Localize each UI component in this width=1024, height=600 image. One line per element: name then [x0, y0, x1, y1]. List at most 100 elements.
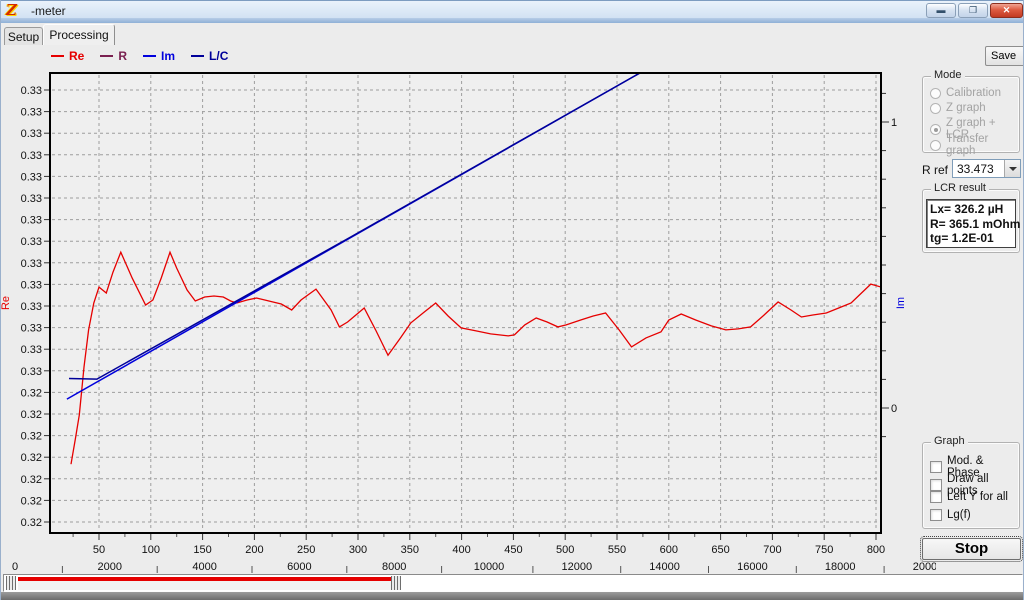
close-icon: ✕ — [1002, 5, 1011, 15]
x-axis-label: 750 — [815, 544, 833, 556]
x-axis-label: 400 — [452, 544, 470, 556]
y-axis-label: 0.33 — [21, 171, 42, 183]
y-axis-label: 0.33 — [21, 236, 42, 248]
graph-group-title: Graph — [931, 435, 968, 447]
x-axis-label: 650 — [711, 544, 729, 556]
legend-line-swatch — [51, 55, 64, 57]
freq-axis-label: 2000 — [98, 561, 122, 573]
freq-axis-label: 6000 — [287, 561, 311, 573]
radio-label: Transfer graph — [946, 133, 989, 157]
checkbox-lgf[interactable]: Lg(f) — [930, 509, 971, 521]
im-axis-title: Im — [895, 297, 907, 309]
y-axis-label: 0.32 — [21, 495, 42, 507]
legend-item-lc: L/C — [191, 49, 228, 63]
legend-line-swatch — [100, 55, 114, 57]
y-axis-label: 0.32 — [21, 409, 42, 421]
x-axis-label: 700 — [763, 544, 781, 556]
app-z-icon: Z — [6, 1, 17, 19]
y-axis-label: 0.33 — [21, 323, 42, 335]
im-axis-label: 0 — [891, 403, 897, 415]
freq-axis-label: 8000 — [382, 561, 406, 573]
checkbox-left-y-for-all[interactable]: Left Y for all — [930, 491, 1008, 503]
x-axis-label: 800 — [867, 544, 885, 556]
x-axis-label: 300 — [349, 544, 367, 556]
x-axis-label: 50 — [93, 544, 105, 556]
y-axis-label: 0.33 — [21, 279, 42, 291]
legend-label: L/C — [209, 49, 229, 63]
radio-label: Calibration — [946, 87, 1001, 99]
radio-icon — [930, 139, 941, 151]
legend-line-swatch — [191, 55, 205, 57]
r-ref-label: R ref — [922, 163, 949, 177]
tab-setup[interactable]: Setup — [4, 27, 43, 45]
radio-transfer-graph: Transfer graph — [930, 133, 1019, 157]
stop-button[interactable]: Stop — [920, 536, 1023, 562]
trackbar-right-handle[interactable] — [391, 576, 401, 590]
app-window: Z -meter ▬ ❐ ✕ Setup Processing Re R Im … — [0, 0, 1024, 600]
r-ref-value: 33.473 — [957, 162, 994, 176]
title-bar[interactable]: Z -meter ▬ ❐ ✕ — [1, 0, 1023, 19]
x-axis-label: 200 — [245, 544, 263, 556]
r-ref-combobox[interactable]: 33.473 — [952, 159, 1021, 178]
y-axis-label: 0.32 — [21, 387, 42, 399]
trackbar-left-handle[interactable] — [6, 576, 16, 590]
y-axis-label: 0.33 — [21, 193, 42, 205]
y-axis-label: 0.33 — [21, 344, 42, 356]
mode-group-title: Mode — [931, 69, 965, 81]
legend-item-r: R — [100, 49, 127, 63]
y-axis-label: 0.32 — [21, 517, 42, 529]
radio-calibration: Calibration — [930, 87, 1001, 99]
freq-axis-label: 12000 — [562, 561, 593, 573]
x-axis-label: 350 — [401, 544, 419, 556]
radio-icon — [930, 87, 941, 99]
y-axis-label: 0.33 — [21, 150, 42, 162]
chart-plot-area — [50, 73, 881, 533]
y-axis-label: 0.33 — [21, 128, 42, 140]
freq-axis-label: 16000 — [737, 561, 768, 573]
radio-icon — [930, 102, 941, 114]
x-axis-label: 100 — [142, 544, 160, 556]
freq-axis-label: 20000 — [913, 561, 936, 573]
checkbox-label: Left Y for all — [947, 491, 1008, 503]
checkbox-icon[interactable] — [930, 479, 942, 491]
freq-axis-label: 18000 — [825, 561, 856, 573]
radio-label: Z graph — [946, 102, 986, 114]
checkbox-icon[interactable] — [930, 509, 942, 521]
legend-line-swatch — [143, 55, 157, 57]
lcr-inductance-value: Lx= 326.2 µH — [930, 202, 1004, 216]
restore-button[interactable]: ❐ — [958, 3, 988, 18]
im-axis-label: 1 — [891, 117, 897, 129]
x-axis-label: 600 — [660, 544, 678, 556]
y-axis-label: 0.32 — [21, 431, 42, 443]
y-axis-label: 0.32 — [21, 474, 42, 486]
legend-label: Re — [69, 49, 85, 63]
freq-axis-label: 0 — [12, 561, 18, 573]
checkbox-icon[interactable] — [930, 491, 942, 503]
dropdown-button[interactable] — [1004, 160, 1020, 177]
tab-processing[interactable]: Processing — [43, 24, 115, 45]
minimize-button[interactable]: ▬ — [926, 3, 956, 18]
close-button[interactable]: ✕ — [990, 3, 1023, 18]
measurement-chart: 0.33 0.33 0.33 0.33 0.33 0.33 0.33 0.33 0.33 0.33… — [1, 72, 936, 573]
x-axis-label: 150 — [193, 544, 211, 556]
checkbox-icon[interactable] — [930, 461, 942, 473]
radio-z-graph: Z graph — [930, 102, 986, 114]
lcr-result-title: LCR result — [931, 182, 989, 194]
freq-axis-label: 10000 — [474, 561, 505, 573]
lcr-tangent-value: tg= 1.2E-01 — [930, 231, 994, 245]
x-axis-label: 250 — [297, 544, 315, 556]
frequency-trackbar[interactable] — [3, 574, 1023, 592]
sweep-progress-track — [18, 581, 400, 590]
chevron-down-icon — [1009, 167, 1017, 171]
y-axis-label: 0.32 — [21, 452, 42, 464]
freq-axis-label: 4000 — [192, 561, 216, 573]
re-axis-title: Re — [1, 296, 12, 310]
y-axis-label: 0.33 — [21, 215, 42, 227]
mode-group: Mode Calibration Z graph Z graph + LCR T… — [922, 69, 1020, 157]
y-axis-label: 0.33 — [21, 366, 42, 378]
legend-label: R — [118, 49, 128, 63]
window-bottom-edge — [1, 592, 1023, 600]
save-button[interactable]: Save — [985, 46, 1023, 66]
lcr-result-group: LCR result Lx= 326.2 µH R= 365.1 mOhm tg… — [922, 182, 1020, 253]
legend-item-re: Re — [51, 49, 84, 63]
